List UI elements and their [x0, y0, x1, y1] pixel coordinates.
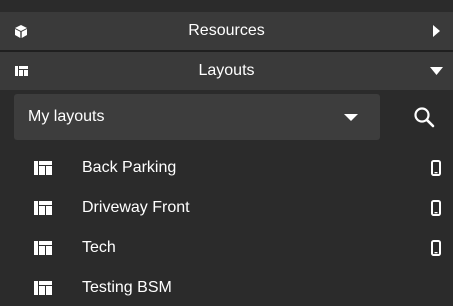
- chevron-right-icon: [429, 24, 443, 38]
- layout-filter-dropdown[interactable]: My layouts: [14, 94, 380, 140]
- layout-item-label: Back Parking: [82, 159, 177, 176]
- layout-item[interactable]: Testing BSM: [0, 268, 453, 306]
- resources-section-header[interactable]: Resources: [0, 12, 453, 50]
- mobile-phone-icon: [431, 200, 441, 216]
- caret-down-icon: [344, 114, 358, 121]
- resources-section-label: Resources: [188, 22, 265, 39]
- layout-item-label: Testing BSM: [82, 279, 172, 296]
- search-icon: [414, 107, 435, 128]
- layout-icon: [34, 281, 52, 295]
- cube-icon: [14, 24, 28, 38]
- layout-item[interactable]: Back Parking: [0, 148, 453, 188]
- layout-icon: [14, 64, 28, 78]
- layout-item-label: Driveway Front: [82, 199, 190, 216]
- chevron-down-icon: [429, 64, 443, 78]
- layout-item[interactable]: Driveway Front: [0, 188, 453, 228]
- layout-icon: [34, 201, 52, 215]
- layout-icon: [34, 161, 52, 175]
- mobile-phone-icon: [431, 160, 441, 176]
- layout-icon: [34, 241, 52, 255]
- mobile-phone-icon: [431, 240, 441, 256]
- search-button[interactable]: [406, 100, 442, 134]
- layout-item[interactable]: Tech: [0, 228, 453, 268]
- layout-item-label: Tech: [82, 239, 116, 256]
- layouts-section-label: Layouts: [198, 62, 255, 79]
- layouts-section-header[interactable]: Layouts: [0, 52, 453, 90]
- layout-list: Back Parking Driveway Front Tech Testing…: [0, 148, 453, 306]
- layout-filter-value: My layouts: [28, 108, 105, 125]
- side-panel: Resources Layouts My layouts Back Parkin…: [0, 0, 453, 306]
